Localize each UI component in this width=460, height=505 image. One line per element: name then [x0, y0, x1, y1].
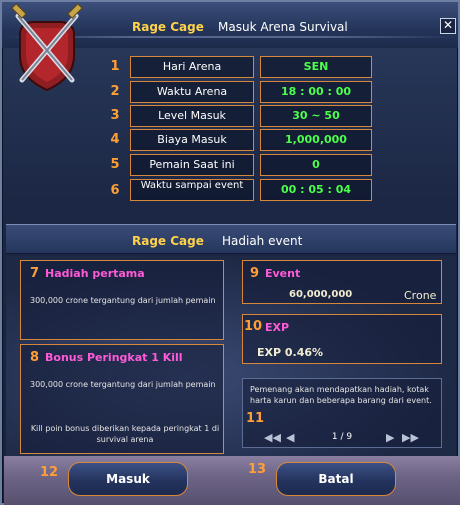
button-number-13: 13	[248, 462, 267, 477]
value-waktu-sampai-event: 00 : 05 : 04	[260, 179, 372, 201]
enter-button[interactable]: Masuk	[68, 462, 188, 496]
first-prize-title: Hadiah pertama	[45, 267, 145, 280]
box-number-11: 11	[246, 411, 265, 426]
value-hari-arena: SEN	[260, 56, 372, 78]
window-title: Masuk Arena Survival	[218, 20, 348, 34]
section-title-rage-cage: Rage Cage	[132, 234, 204, 248]
value-waktu-arena: 18 : 00 : 00	[260, 81, 372, 103]
next-page-icon[interactable]: ▶	[386, 431, 394, 445]
event-info-text: Pemenang akan mendapatkan hadiah, kotak …	[250, 385, 432, 405]
row-number-3: 3	[110, 108, 120, 123]
last-page-icon[interactable]: ▶▶	[402, 431, 419, 445]
section-title: Hadiah event	[222, 234, 303, 248]
value-level-masuk: 30 ~ 50	[260, 105, 372, 127]
first-prize-description: 300,000 crone tergantung dari jumlah pem…	[30, 296, 216, 305]
first-page-icon[interactable]: ◀◀	[264, 431, 281, 445]
page-indicator: 1 / 9	[331, 432, 353, 442]
row-number-2: 2	[110, 84, 120, 99]
event-prize-amount: 60,000,000	[289, 289, 353, 300]
box-number-7: 7	[30, 266, 40, 281]
label-waktu-arena: Waktu Arena	[130, 81, 254, 103]
button-number-12: 12	[40, 465, 59, 480]
cancel-button[interactable]: Batal	[276, 462, 396, 496]
event-prize-title: Event	[265, 267, 301, 280]
arena-survival-window: Rage Cage Masuk Arena Survival ✕ 1 Hari …	[0, 0, 460, 505]
label-hari-arena: Hari Arena	[130, 56, 254, 78]
box-number-9: 9	[250, 266, 260, 281]
box-number-8: 8	[30, 350, 40, 365]
label-biaya-masuk: Biaya Masuk	[130, 129, 254, 151]
exp-title: EXP	[265, 321, 290, 334]
value-biaya-masuk: 1,000,000	[260, 129, 372, 151]
bonus-rank-note: Kill poin bonus diberikan kepada peringk…	[30, 424, 220, 444]
label-pemain-saat-ini: Pemain Saat ini	[130, 154, 254, 176]
label-level-masuk: Level Masuk	[130, 105, 254, 127]
row-number-6: 6	[110, 183, 120, 198]
row-number-1: 1	[110, 59, 120, 74]
exp-value: EXP 0.46%	[257, 346, 324, 359]
close-button[interactable]: ✕	[440, 18, 456, 34]
row-number-4: 4	[110, 132, 120, 147]
box-number-10: 10	[244, 319, 263, 334]
event-prize-currency: Crone	[404, 289, 437, 302]
crossed-swords-emblem-icon	[11, 4, 83, 92]
label-waktu-sampai-event: Waktu sampai event	[130, 179, 254, 201]
bonus-rank-title: Bonus Peringkat 1 Kill pc	[45, 351, 185, 364]
row-number-5: 5	[110, 157, 120, 172]
prev-page-icon[interactable]: ◀	[286, 431, 294, 445]
window-title-rage-cage: Rage Cage	[132, 20, 204, 34]
bonus-rank-description: 300,000 crone tergantung dari jumlah pem…	[30, 380, 216, 389]
value-pemain-saat-ini: 0	[260, 154, 372, 176]
